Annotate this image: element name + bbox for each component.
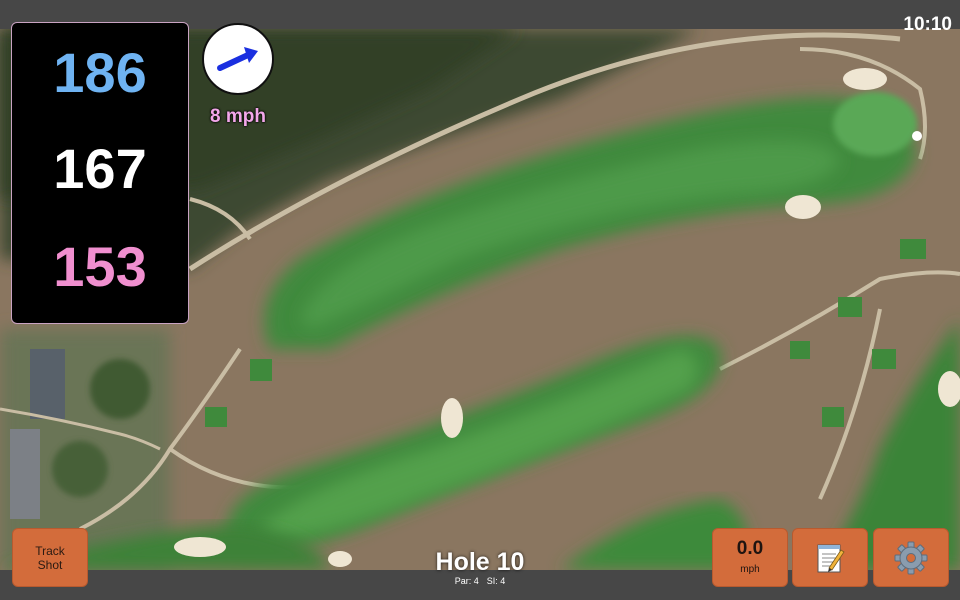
speed-unit: mph [740,563,760,575]
speed-button[interactable]: 0.0 mph [712,528,788,587]
hole-title: Hole 10 [435,548,525,576]
track-shot-button[interactable]: Track Shot [12,528,88,587]
hole-details: Par: 4 SI: 4 [380,576,580,587]
track-shot-label: Track Shot [35,543,65,572]
hole-info: Hole 10 Par: 4 SI: 4 [380,549,580,587]
wind-indicator[interactable] [202,23,274,95]
golf-gps-screen: 10:10 186 167 153 8 mph Track Shot Hole … [0,0,960,600]
notes-button[interactable] [792,528,868,587]
front-distance[interactable]: 153 [12,239,188,295]
hole-si: SI: 4 [486,576,506,586]
settings-button[interactable] [873,528,949,587]
gear-icon [894,541,928,574]
clock: 10:10 [903,14,952,35]
distance-panel: 186 167 153 [11,22,189,324]
middle-distance[interactable]: 167 [12,141,188,197]
wind-speed-label: 8 mph [210,106,266,127]
notepad-icon [817,544,845,572]
arrow-northeast-icon [217,47,258,71]
back-distance[interactable]: 186 [12,45,188,101]
speed-value: 0.0 [736,537,764,559]
hole-par: Par: 4 [454,576,479,586]
